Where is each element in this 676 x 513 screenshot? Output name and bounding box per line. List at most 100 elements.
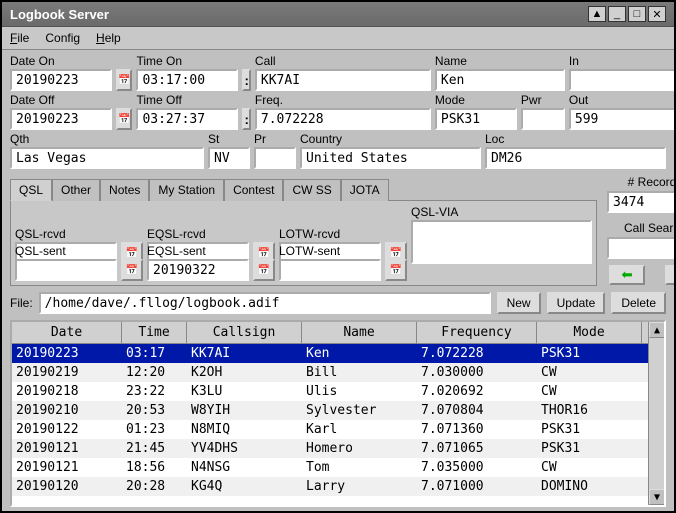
column-header[interactable]: Callsign: [187, 322, 302, 343]
tab-panel-qsl: QSL-rcvd 📅 EQSL-rcvd 📅 LOTW-rcvd 📅 QSL-V…: [10, 200, 597, 286]
table-cell: Bill: [302, 364, 417, 381]
label-name: Name: [435, 54, 565, 68]
table-row[interactable]: 2019012020:28KG4QLarry7.071000DOMINO: [12, 477, 648, 496]
date-on-input[interactable]: [10, 69, 112, 91]
table-cell: PSK31: [537, 421, 642, 438]
close-button[interactable]: ✕: [648, 6, 666, 22]
time-off-colon-button[interactable]: :: [242, 108, 250, 130]
records-input[interactable]: [607, 191, 674, 213]
label-in: In: [569, 54, 674, 68]
next-arrow-button[interactable]: ➡: [665, 265, 674, 285]
tab-cw-ss[interactable]: CW SS: [283, 179, 340, 201]
table-row[interactable]: 2019012121:45YV4DHSHomero7.071065PSK31: [12, 439, 648, 458]
prev-arrow-button[interactable]: ⬅: [609, 265, 645, 285]
table-cell: Larry: [302, 478, 417, 495]
menu-file[interactable]: File: [10, 31, 29, 45]
app-window: Logbook Server ▲ _ □ ✕ File Config Help …: [0, 0, 676, 513]
pwr-input[interactable]: [521, 108, 565, 130]
tab-qsl[interactable]: QSL: [10, 179, 52, 201]
freq-input[interactable]: [255, 108, 431, 130]
table-row[interactable]: 2019022303:17KK7AIKen7.072228PSK31: [12, 344, 648, 363]
table-cell: Karl: [302, 421, 417, 438]
lotw-sent-calendar-icon[interactable]: 📅: [385, 259, 407, 281]
menu-help[interactable]: Help: [96, 31, 121, 45]
out-input[interactable]: [569, 108, 674, 130]
table-row[interactable]: 2019021912:20K2OHBill7.030000CW: [12, 363, 648, 382]
time-on-input[interactable]: [136, 69, 238, 91]
file-input[interactable]: [39, 292, 491, 314]
delete-button[interactable]: Delete: [611, 292, 666, 314]
table-cell: 7.020692: [417, 383, 537, 400]
table-cell: 20190223: [12, 345, 122, 362]
label-pwr: Pwr: [521, 93, 565, 107]
column-header[interactable]: Name: [302, 322, 417, 343]
table-cell: 20190120: [12, 478, 122, 495]
qsl-via-input[interactable]: [411, 220, 592, 264]
column-header[interactable]: Date: [12, 322, 122, 343]
table-row[interactable]: 2019021020:53W8YIHSylvester7.070804THOR1…: [12, 401, 648, 420]
label-out: Out: [569, 93, 674, 107]
table-cell: 7.072228: [417, 345, 537, 362]
scroll-up-button[interactable]: ▲: [649, 322, 665, 338]
column-header[interactable]: Frequency: [417, 322, 537, 343]
eqsl-sent-calendar-icon[interactable]: 📅: [253, 259, 275, 281]
tab-my-station[interactable]: My Station: [149, 179, 224, 201]
minimize-button[interactable]: _: [608, 6, 626, 22]
table-row[interactable]: 2019021823:22K3LUUlis7.020692CW: [12, 382, 648, 401]
st-input[interactable]: [208, 147, 250, 169]
table-cell: 20190210: [12, 402, 122, 419]
menu-config[interactable]: Config: [45, 31, 80, 45]
label-file: File:: [10, 296, 33, 310]
log-table: DateTimeCallsignNameFrequencyMode ▲ 2019…: [10, 320, 666, 507]
tab-contest[interactable]: Contest: [224, 179, 283, 201]
table-cell: KK7AI: [187, 345, 302, 362]
call-search-input[interactable]: [607, 237, 674, 259]
loc-input[interactable]: [485, 147, 666, 169]
label-qth: Qth: [10, 132, 204, 146]
label-eqsl-sent: EQSL-sent: [147, 244, 249, 258]
table-cell: KG4Q: [187, 478, 302, 495]
table-row[interactable]: 2019012118:56N4NSGTom7.035000CW: [12, 458, 648, 477]
label-freq: Freq.: [255, 93, 431, 107]
lotw-sent-input[interactable]: [279, 259, 381, 281]
update-button[interactable]: Update: [547, 292, 606, 314]
pr-input[interactable]: [254, 147, 296, 169]
table-cell: 18:56: [122, 459, 187, 476]
time-off-input[interactable]: [136, 108, 238, 130]
scroll-down-button[interactable]: ▼: [649, 489, 664, 505]
label-loc: Loc: [485, 132, 666, 146]
table-cell: K2OH: [187, 364, 302, 381]
label-country: Country: [300, 132, 481, 146]
tab-other[interactable]: Other: [52, 179, 100, 201]
label-qsl-sent: QSL-sent: [15, 244, 117, 258]
qsl-sent-calendar-icon[interactable]: 📅: [121, 259, 143, 281]
table-cell: CW: [537, 383, 642, 400]
table-cell: 20190219: [12, 364, 122, 381]
date-off-calendar-icon[interactable]: 📅: [116, 108, 132, 130]
table-cell: 12:20: [122, 364, 187, 381]
qth-input[interactable]: [10, 147, 204, 169]
qsl-sent-input[interactable]: [15, 259, 117, 281]
column-header[interactable]: Time: [122, 322, 187, 343]
table-cell: 20190121: [12, 440, 122, 457]
table-row[interactable]: 2019012201:23N8MIQKarl7.071360PSK31: [12, 420, 648, 439]
time-on-colon-button[interactable]: :: [242, 69, 250, 91]
roll-up-button[interactable]: ▲: [588, 6, 606, 22]
window-title: Logbook Server: [10, 7, 109, 22]
country-input[interactable]: [300, 147, 481, 169]
call-input[interactable]: [255, 69, 431, 91]
tab-notes[interactable]: Notes: [100, 179, 149, 201]
name-input[interactable]: [435, 69, 565, 91]
in-input[interactable]: [569, 69, 674, 91]
mode-input[interactable]: [435, 108, 517, 130]
label-eqsl-rcvd: EQSL-rcvd: [147, 227, 249, 241]
new-button[interactable]: New: [497, 292, 541, 314]
tab-jota[interactable]: JOTA: [341, 179, 389, 201]
column-header[interactable]: Mode: [537, 322, 642, 343]
eqsl-sent-input[interactable]: [147, 259, 249, 281]
date-off-input[interactable]: [10, 108, 112, 130]
menubar: File Config Help: [2, 27, 674, 50]
maximize-button[interactable]: □: [628, 6, 646, 22]
date-on-calendar-icon[interactable]: 📅: [116, 69, 132, 91]
table-cell: DOMINO: [537, 478, 642, 495]
